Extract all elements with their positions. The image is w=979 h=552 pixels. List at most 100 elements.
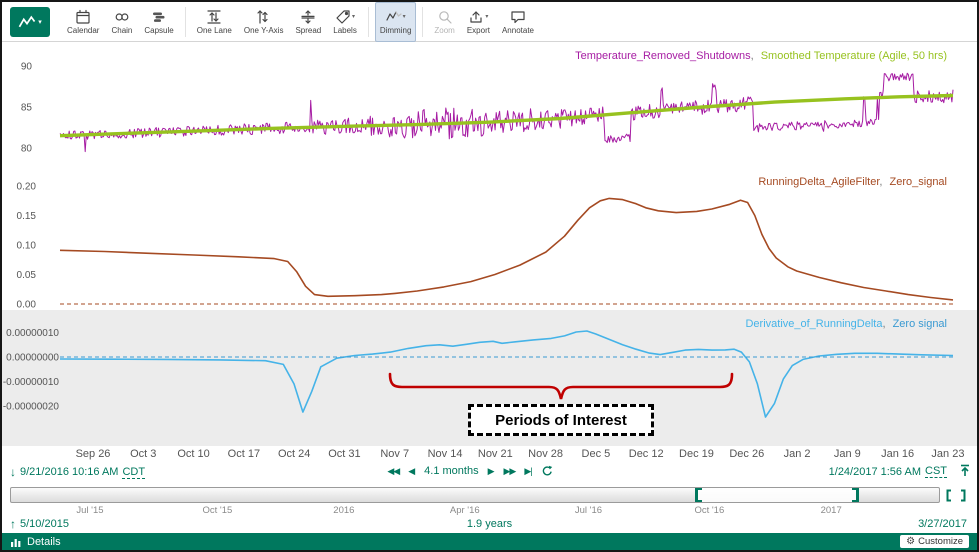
y-tick-label: -0.00000010 [3,377,60,388]
chevron-down-icon: ▾ [38,18,42,26]
chain-icon [114,9,130,25]
scrubber-date-label: Jul '15 [65,505,115,516]
main-toolbar: ▾ Calendar Chain Capsule [2,2,977,42]
toolbar-item-label: Chain [111,26,132,35]
toolbar-separator [368,7,369,37]
toolbar-item-label: Export [467,26,490,35]
trend-view-button[interactable]: ▾ [10,7,50,37]
investigate-start-date[interactable]: 5/10/2015 [20,518,69,530]
toolbar-item-label: Labels [333,26,357,35]
range-end-timezone[interactable]: CST [925,465,947,478]
legend-separator: , [882,318,885,330]
calendar-button[interactable]: Calendar [62,2,104,42]
scrubber-date-label: Apr '16 [440,505,490,516]
timeline-scrubber[interactable] [10,487,940,503]
gear-icon: ⚙ [906,536,915,547]
labels-button[interactable]: ▾ Labels [328,2,362,42]
chain-button[interactable]: Chain [106,2,137,42]
legend-series[interactable]: Smoothed Temperature (Agile, 50 hrs) [761,50,947,62]
spread-button[interactable]: Spread [290,2,326,42]
legend-series[interactable]: Temperature_Removed_Shutdowns [575,50,751,62]
bar-chart-icon [10,536,22,548]
capsule-button[interactable]: Capsule [139,2,178,42]
y-tick-label: 85 [21,103,33,114]
toolbar-separator [185,7,186,37]
chevron-down-icon: ▾ [352,13,355,20]
y-tick-label: 80 [21,144,33,155]
y-tick-label: 0.00000010 [6,328,59,339]
seeq-workbench-window: ▾ Calendar Chain Capsule [0,0,979,552]
y-tick-label: 0.00000000 [6,353,59,364]
refresh-icon[interactable] [541,465,553,477]
range-end[interactable]: 1/24/2017 1:56 AM CST [829,465,947,478]
step-forward-button[interactable]: ▶ [488,466,495,477]
toolbar-item-label: Calendar [67,26,99,35]
y-tick-label: 0.20 [17,182,37,193]
scrubber-date-label: Oct '16 [684,505,734,516]
export-button[interactable]: ▾ Export [462,2,495,42]
one-y-axis-button[interactable]: One Y-Axis [239,2,289,42]
one-y-axis-icon [256,9,272,25]
investigate-range-bar: ↑ 5/10/2015 1.9 years 3/27/2017 [2,517,977,532]
legend-series[interactable]: Zero_signal [890,176,947,188]
series-line [60,198,953,300]
go-to-now-icon[interactable] [959,464,971,480]
zoom-button: Zoom [429,2,459,42]
customize-button[interactable]: ⚙ Customize [900,535,969,548]
trend-charts[interactable]: 9085800.200.150.100.050.000.000000100.00… [2,42,977,448]
trend-line-icon [18,15,36,29]
legend-series[interactable]: Zero signal [893,318,947,330]
annotate-button[interactable]: Annotate [497,2,539,42]
y-tick-label: 0.05 [17,270,37,281]
x-axis-label: Jan 23 [918,448,978,460]
scrubber-selection[interactable] [695,488,859,502]
lane1-legend: Temperature_Removed_Shutdowns, Smoothed … [575,50,947,62]
toolbar-item-label: One Lane [197,26,232,35]
scrubber-date-labels: Jul '15Oct '152016Apr '16Jul '16Oct '162… [10,505,940,516]
expand-full-range-icon[interactable] [946,489,966,507]
range-start-date[interactable]: 9/21/2016 10:16 AM [20,466,118,478]
investigate-start[interactable]: ↑ 5/10/2015 [10,517,69,531]
jump-back-button[interactable]: ◀◀ [387,466,399,477]
arrow-down-icon: ↓ [10,465,16,479]
details-button[interactable]: Details [10,536,61,548]
range-duration[interactable]: 4.1 months [424,465,478,477]
chevron-down-icon: ▾ [403,13,406,20]
step-back-button[interactable]: ◀ [408,466,415,477]
y-tick-label: 0.00 [17,300,37,311]
chevron-down-icon: ▾ [485,13,488,20]
scrubber-date-label: 2016 [319,505,369,516]
investigate-duration[interactable]: 1.9 years [467,518,512,530]
legend-series[interactable]: Derivative_of_RunningDelta [745,318,882,330]
annotation-text: Periods of Interest [495,412,627,429]
legend-separator: , [751,50,754,62]
periods-of-interest-annotation[interactable]: Periods of Interest [468,404,654,436]
magnifier-icon [437,9,453,25]
one-lane-icon [206,9,222,25]
calendar-icon [75,9,91,25]
series-line [60,73,953,151]
export-icon [468,9,484,25]
range-start[interactable]: ↓ 9/21/2016 10:16 AM CDT [10,465,145,479]
customize-label: Customize [918,536,963,547]
range-end-date[interactable]: 1/24/2017 1:56 AM [829,466,921,478]
dimming-button[interactable]: ▾ Dimming [375,2,417,42]
bottom-bar: Details ⚙ Customize [2,533,977,550]
toolbar-separator [422,7,423,37]
legend-series[interactable]: RunningDelta_AgileFilter [758,176,879,188]
scrubber-right-handle[interactable] [852,488,859,502]
spread-icon [300,9,316,25]
one-lane-button[interactable]: One Lane [192,2,237,42]
toolbar-item-label: Spread [295,26,321,35]
tag-icon [335,9,351,25]
toolbar-item-label: Dimming [380,26,412,35]
y-tick-label: 0.15 [17,211,37,222]
lane3-legend: Derivative_of_RunningDelta, Zero signal [745,318,947,330]
y-tick-label: -0.00000020 [3,402,60,413]
investigate-end-date[interactable]: 3/27/2017 [918,518,967,530]
range-start-timezone[interactable]: CDT [122,466,145,479]
jump-forward-button[interactable]: ▶▶ [504,466,516,477]
scrubber-left-handle[interactable] [695,488,702,502]
step-to-end-button[interactable]: ▶| [524,466,531,477]
lane2-legend: RunningDelta_AgileFilter, Zero_signal [758,176,947,188]
